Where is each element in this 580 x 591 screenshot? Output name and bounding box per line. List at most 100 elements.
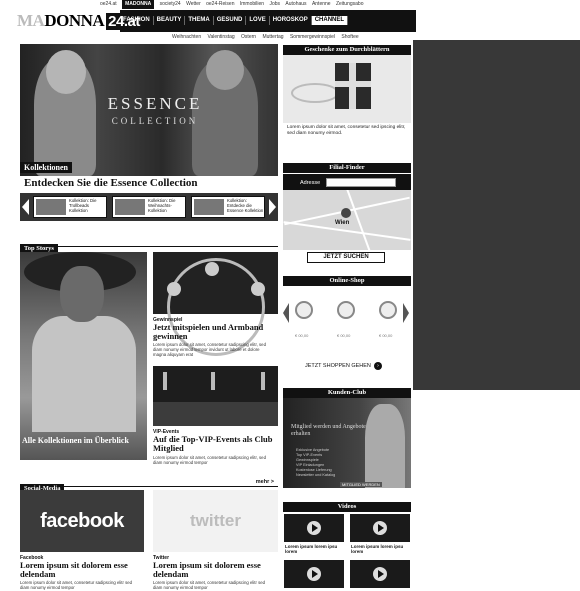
play-icon bbox=[307, 521, 321, 535]
nav-item-fashion[interactable]: FASHION bbox=[120, 16, 154, 25]
topbar-link[interactable]: oe24.at bbox=[100, 0, 117, 9]
videos-header: Videos bbox=[283, 502, 411, 512]
topbar-link[interactable]: Zeitungsabo bbox=[336, 0, 364, 9]
nav-item-love[interactable]: LOVE bbox=[246, 16, 270, 25]
nav-item-gesund[interactable]: GESUND bbox=[214, 16, 247, 25]
club-join-button[interactable]: MITGLIED WERDEN bbox=[340, 482, 382, 487]
nav-item-horoskop[interactable]: HOROSKOP bbox=[270, 16, 312, 25]
topbar-link[interactable]: society24 bbox=[160, 0, 181, 9]
video-thumbnail[interactable] bbox=[350, 560, 410, 588]
logo-part-ma: MA bbox=[17, 11, 45, 30]
arrow-right-icon: › bbox=[373, 362, 382, 370]
address-input[interactable] bbox=[326, 178, 396, 187]
story-headline[interactable]: Jetzt mitspielen und Armband gewinnen bbox=[153, 323, 278, 341]
carousel-thumb bbox=[115, 199, 145, 215]
topbar-link-active[interactable]: MADONNA bbox=[122, 0, 155, 9]
shop-button[interactable]: JETZT SHOPPEN GEHEN › bbox=[305, 362, 382, 370]
shop-prev-icon[interactable] bbox=[283, 303, 289, 323]
main-nav: FASHION BEAUTY THEMA GESUND LOVE HOROSKOP CHAN… bbox=[120, 16, 349, 25]
hero-title: ESSENCE bbox=[107, 94, 203, 113]
subnav-item[interactable]: Sommergewinnspiel bbox=[290, 34, 335, 40]
facebook-tile[interactable]: facebook bbox=[20, 490, 144, 552]
topbar-link[interactable]: Immobilien bbox=[240, 0, 264, 9]
search-button[interactable]: JETZT SUCHEN bbox=[307, 252, 385, 263]
social-headline[interactable]: Lorem ipsum sit dolorem esse delendam bbox=[153, 561, 278, 579]
topstorys-header: Top Storys bbox=[20, 237, 278, 254]
product-price: € 00,00 bbox=[295, 333, 309, 338]
gift-teaser: Lorem ipsum dolor sit amet, consetetur s… bbox=[287, 125, 406, 136]
carousel-next-icon[interactable] bbox=[269, 199, 276, 215]
video-caption[interactable]: Lorem ipsum lorem ipsu lorem bbox=[285, 544, 345, 554]
social-teaser: Lorem ipsum dolor sit amet, consetetur s… bbox=[153, 580, 266, 590]
collection-carousel: Kollektion: Die Trollbeads Kollektion Ko… bbox=[20, 193, 278, 221]
hero-model-left-head bbox=[46, 50, 86, 94]
story-image-bracelet[interactable] bbox=[153, 252, 278, 356]
logo-part-donna: DONNA bbox=[44, 11, 105, 30]
sub-nav: Weihnachten Valentinstag Ostern Mutterta… bbox=[172, 34, 364, 40]
shop-next-icon[interactable] bbox=[403, 303, 409, 323]
subnav-item[interactable]: Ostern bbox=[241, 34, 256, 40]
site-logo[interactable]: MADONNA 24.at bbox=[14, 10, 142, 32]
model-body bbox=[32, 316, 136, 432]
nav-item-thema[interactable]: THEMA bbox=[185, 16, 214, 25]
topbar-link[interactable]: Autohaus bbox=[285, 0, 306, 9]
subnav-item[interactable]: Muttertag bbox=[262, 34, 283, 40]
topbar-link[interactable]: Wetter bbox=[186, 0, 201, 9]
site-header: MADONNA 24.at FASHION BEAUTY THEMA GESUND LOV… bbox=[14, 10, 416, 32]
social-headline[interactable]: Lorem ipsum sit dolorem esse delendam bbox=[20, 561, 144, 579]
club-model bbox=[365, 404, 405, 488]
hero-subtitle: COLLECTION bbox=[111, 116, 199, 126]
video-thumbnail[interactable] bbox=[284, 560, 344, 588]
carousel-prev-icon[interactable] bbox=[22, 199, 29, 215]
finder-label: Adresse bbox=[300, 180, 321, 186]
nav-item-channel[interactable]: CHANNEL bbox=[311, 16, 349, 25]
top-utility-bar: oe24.at MADONNA society24 Wetter oe24-Re… bbox=[0, 0, 580, 9]
video-thumbnail[interactable] bbox=[350, 514, 410, 542]
club-benefits: Exklusive Angebote Top VIP-Events Gewinn… bbox=[296, 448, 356, 478]
shop-carousel: € 00,00 € 00,00 € 00,00 bbox=[283, 287, 411, 343]
carousel-item-text: Kollektion: Die Trollbeads Kollektion bbox=[69, 198, 97, 213]
ad-panel bbox=[413, 40, 580, 390]
carousel-thumb bbox=[194, 199, 224, 215]
event-light bbox=[261, 372, 265, 390]
twitter-tile[interactable]: twitter bbox=[153, 490, 278, 552]
topbar-link[interactable]: Jobs bbox=[269, 0, 280, 9]
model-face bbox=[60, 266, 104, 322]
play-icon bbox=[373, 521, 387, 535]
carousel-item-text: Kollektion: Die Weihnachts-Kollektion bbox=[148, 198, 176, 213]
gift-image[interactable] bbox=[283, 55, 411, 123]
carousel-item[interactable]: Kollektion: Die Weihnachts-Kollektion bbox=[112, 196, 186, 218]
gift-ribbon bbox=[335, 81, 371, 87]
shop-header: Online-Shop bbox=[283, 276, 411, 286]
hero-banner[interactable]: ESSENCE COLLECTION Kollektionen bbox=[20, 44, 278, 176]
topbar-link[interactable]: Antenne bbox=[312, 0, 331, 9]
more-link[interactable]: mehr > bbox=[256, 477, 274, 487]
subnav-item[interactable]: Shoftee bbox=[341, 34, 358, 40]
subnav-item[interactable]: Valentinstag bbox=[208, 34, 235, 40]
story-image-event[interactable] bbox=[153, 366, 278, 426]
subnav-item[interactable]: Weihnachten bbox=[172, 34, 201, 40]
topstory-main-image[interactable] bbox=[20, 252, 147, 460]
story-headline[interactable]: Auf die Top-VIP-Events als Club Mitglied bbox=[153, 435, 278, 453]
carousel-thumb bbox=[36, 199, 66, 215]
carousel-item[interactable]: Kollektion: Entdecke die Essence Kollekt… bbox=[191, 196, 265, 218]
finder-map[interactable]: Wien bbox=[283, 190, 411, 250]
event-crowd bbox=[153, 402, 278, 426]
carousel-item-text: Kollektion: Entdecke die Essence Kollekt… bbox=[227, 198, 264, 213]
map-city-label: Wien bbox=[335, 220, 350, 226]
carousel-item[interactable]: Kollektion: Die Trollbeads Kollektion bbox=[33, 196, 107, 218]
video-thumbnail[interactable] bbox=[284, 514, 344, 542]
video-caption[interactable]: Lorem ipsum lorem ipsu lorem bbox=[351, 544, 411, 554]
product-image[interactable] bbox=[337, 301, 355, 319]
social-header: Social-Media mehr > bbox=[20, 477, 278, 494]
hero-headline[interactable]: Entdecken Sie die Essence Collection bbox=[24, 177, 198, 189]
nav-item-beauty[interactable]: BEAUTY bbox=[154, 16, 186, 25]
bead bbox=[167, 282, 181, 296]
topbar-link[interactable]: oe24-Reisen bbox=[206, 0, 234, 9]
product-image[interactable] bbox=[295, 301, 313, 319]
story-teaser: Lorem ipsum dolor sit amet, consetetur s… bbox=[153, 455, 266, 465]
ribbon-icon bbox=[291, 83, 339, 103]
topstory-main-caption[interactable]: Alle Kollektionen im Überblick bbox=[22, 436, 146, 445]
product-image[interactable] bbox=[379, 301, 397, 319]
event-light bbox=[163, 372, 167, 390]
